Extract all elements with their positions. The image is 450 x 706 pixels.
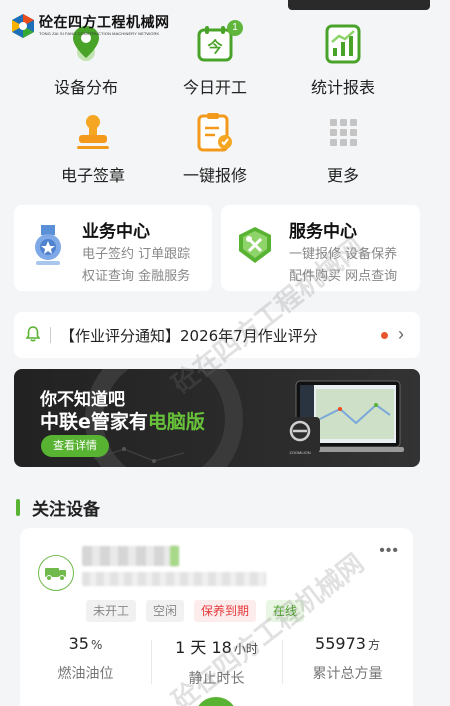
status-tag: 未开工 — [86, 600, 137, 622]
status-bar — [0, 0, 450, 10]
business-medal-icon — [28, 223, 68, 267]
status-tag: 保养到期 — [194, 600, 257, 622]
business-center-title: 业务中心 — [82, 222, 150, 242]
bell-icon — [25, 326, 41, 342]
equipment-stats: 35% 燃油油位 1 天 18 小时 静止时长 55973 方 累计总方量 — [20, 634, 413, 694]
followed-equipment-heading: 关注设备 — [16, 495, 100, 520]
logo-mark-icon — [10, 13, 36, 39]
business-center-line1: 电子签约 订单跟踪 — [82, 247, 191, 262]
grid-item-repair-report[interactable]: 一键报修 — [160, 110, 270, 186]
business-center-line2: 权证查询 金融服务 — [82, 269, 191, 284]
grid-item-more[interactable]: 更多 — [288, 110, 398, 186]
grid-item-today-work[interactable]: 今 1 今日开工 — [160, 20, 270, 98]
logo-text-en: TONG ZAI SI FANG CONSTRUCTION MACHINERY … — [39, 30, 160, 36]
chevron-right-icon[interactable]: › — [398, 324, 404, 345]
section-title: 关注设备 — [32, 500, 100, 520]
grid-item-statistics-report[interactable]: 统计报表 — [288, 22, 398, 98]
unread-dot — [381, 332, 388, 339]
grid-label: 一键报修 — [182, 166, 247, 185]
electronic-seal-icon — [71, 110, 115, 154]
more-options-icon[interactable]: ••• — [379, 542, 399, 560]
banner-line2: 中联e管家有电脑版 — [40, 411, 205, 433]
service-center-line2: 配件购买 网点查询 — [289, 269, 398, 284]
site-logo: 砼在四方工程机械网 TONG ZAI SI FANG CONSTRUCTION … — [10, 13, 170, 39]
equipment-card[interactable]: ••• 未开工 空闲 保养到期 在线 35% 燃油油位 1 天 18 小时 静止时… — [20, 528, 413, 706]
promo-banner[interactable]: 你不知道吧 中联e管家有电脑版 查看详情 ZOOMLION — [14, 369, 420, 467]
equipment-name-redacted — [82, 546, 178, 566]
more-grid-icon — [321, 110, 365, 154]
repair-report-icon — [193, 110, 237, 154]
status-tags: 未开工 空闲 保养到期 在线 — [86, 600, 305, 622]
service-center-title: 服务中心 — [289, 222, 357, 242]
statistics-report-icon — [321, 22, 365, 66]
grid-label: 更多 — [326, 166, 359, 185]
grid-label: 设备分布 — [53, 78, 118, 97]
zoomlion-app-icon: ZOOMLION — [280, 417, 320, 455]
notice-divider — [50, 327, 51, 343]
notice-text[interactable]: 【作业评分通知】2026年7月作业评分 — [60, 325, 318, 346]
grid-label: 统计报表 — [310, 78, 375, 97]
notification-badge: 1 — [227, 20, 243, 36]
grid-label: 电子签章 — [60, 166, 125, 185]
today-work-icon: 今 1 — [193, 20, 243, 66]
service-tools-icon — [235, 225, 275, 265]
grid-item-electronic-seal[interactable]: 电子签章 — [38, 110, 148, 186]
laptop-image: ZOOMLION — [280, 379, 404, 455]
notice-bar[interactable]: 【作业评分通知】2026年7月作业评分 › — [14, 312, 420, 358]
equipment-name-redacted-tail — [170, 546, 179, 566]
grid-label: 今日开工 — [182, 78, 247, 97]
stat-total-volume: 55973 方 累计总方量 — [312, 634, 383, 682]
truck-icon — [38, 555, 74, 591]
equipment-info-redacted — [82, 572, 266, 586]
today-icon-char: 今 — [207, 38, 223, 56]
stat-idle-duration: 1 天 18 小时 静止时长 — [175, 638, 258, 687]
business-center-card[interactable]: 业务中心 电子签约 订单跟踪 权证查询 金融服务 — [14, 205, 212, 291]
stat-fuel-level: 35% 燃油油位 — [57, 634, 114, 682]
status-tag: 在线 — [266, 600, 305, 622]
view-details-button[interactable]: 查看详情 — [41, 435, 109, 457]
status-tag: 空闲 — [146, 600, 185, 622]
service-center-card[interactable]: 服务中心 一键报修 设备保养 配件购买 网点查询 — [221, 205, 420, 291]
logo-text-cn: 砼在四方工程机械网 — [39, 14, 170, 31]
service-center-line1: 一键报修 设备保养 — [289, 247, 398, 262]
